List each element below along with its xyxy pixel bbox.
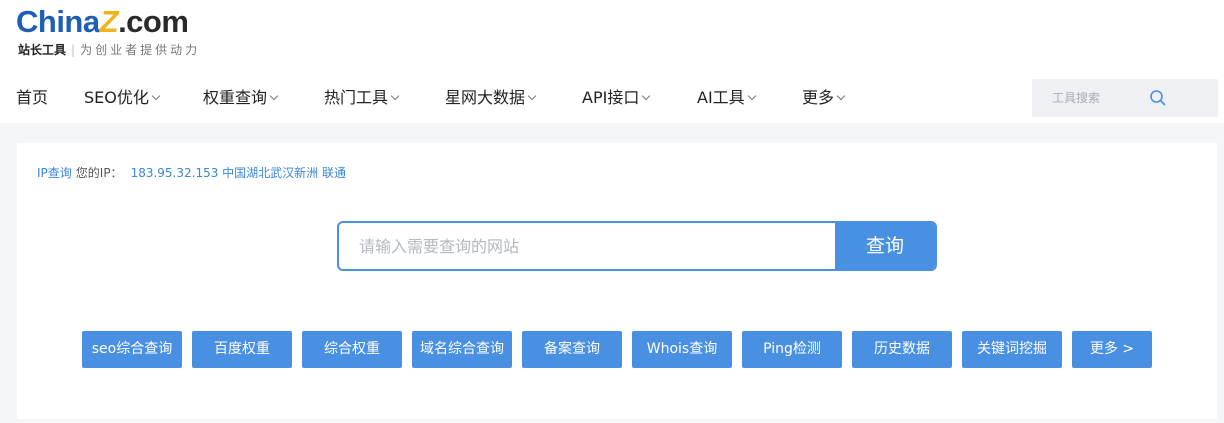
search-icon[interactable] — [1148, 88, 1168, 108]
nav-item-label: 热门工具 — [324, 88, 389, 107]
quick-icp-query-button[interactable]: 备案查询 — [522, 331, 622, 368]
logo-wordmark: ChinaZ.com — [16, 4, 189, 40]
chevron-down-icon — [642, 91, 651, 101]
nav-item-weight-query[interactable]: 权重查询 — [203, 78, 279, 118]
nav-item-hot-tools[interactable]: 热门工具 — [324, 78, 400, 118]
logo-site-name: 站长工具 — [18, 43, 67, 57]
ip-value: 183.95.32.153 中国湖北武汉新洲 联通 — [130, 166, 346, 180]
logo-com-text: .com — [118, 4, 189, 39]
site-query-box: 查询 — [337, 221, 937, 271]
quick-tools-row: seo综合查询 百度权重 综合权重 域名综合查询 备案查询 Whois查询 Pi… — [82, 331, 1162, 369]
nav-item-big-data[interactable]: 星网大数据 — [445, 78, 537, 118]
nav-item-label: API接口 — [582, 88, 640, 107]
nav-item-home[interactable]: 首页 — [16, 78, 48, 118]
main-nav: 首页 SEO优化 权重查询 热门工具 星网大数据 API接口 AI工具 更多 — [0, 78, 1000, 118]
tool-search-box — [1032, 79, 1218, 117]
logo-slogan: 为创业者提供动力 — [80, 43, 201, 57]
nav-item-label: AI工具 — [697, 88, 745, 107]
logo-separator: | — [71, 43, 76, 57]
nav-item-label: SEO优化 — [84, 88, 149, 107]
chevron-down-icon — [527, 91, 537, 101]
ip-info-line: IP查询 您的IP： 183.95.32.153 中国湖北武汉新洲 联通 — [37, 165, 346, 181]
quick-seo-overview-button[interactable]: seo综合查询 — [82, 331, 182, 368]
nav-item-label: 首页 — [16, 88, 49, 107]
chevron-down-icon — [151, 91, 161, 101]
quick-domain-overview-button[interactable]: 域名综合查询 — [412, 331, 512, 368]
chevron-down-icon — [747, 91, 756, 101]
nav-item-ai-tools[interactable]: AI工具 — [697, 78, 756, 118]
logo-subtitle: 站长工具 | 为创业者提供动力 — [18, 42, 200, 58]
site-header: ChinaZ.com 站长工具 | 为创业者提供动力 首页 SEO优化 权重查询 热… — [0, 0, 1224, 123]
quick-keyword-mining-button[interactable]: 关键词挖掘 — [962, 331, 1062, 368]
ip-label: 您的IP： — [75, 166, 123, 180]
nav-item-label: 权重查询 — [203, 88, 268, 107]
quick-history-button[interactable]: 历史数据 — [852, 331, 952, 368]
nav-item-api[interactable]: API接口 — [582, 78, 651, 118]
query-button[interactable]: 查询 — [835, 223, 935, 269]
quick-baidu-weight-button[interactable]: 百度权重 — [192, 331, 292, 368]
site-logo[interactable]: ChinaZ.com 站长工具 | 为创业者提供动力 — [16, 4, 246, 60]
nav-item-label: 更多 — [802, 88, 835, 107]
chevron-down-icon — [269, 91, 279, 101]
nav-item-more[interactable]: 更多 — [802, 78, 846, 118]
quick-whois-button[interactable]: Whois查询 — [632, 331, 732, 368]
nav-item-label: 星网大数据 — [445, 88, 526, 107]
quick-more-button[interactable]: 更多 > — [1072, 331, 1152, 368]
chevron-down-icon — [390, 91, 400, 101]
quick-overall-weight-button[interactable]: 综合权重 — [302, 331, 402, 368]
ip-query-link[interactable]: IP查询 — [37, 166, 72, 180]
quick-ping-button[interactable]: Ping检测 — [742, 331, 842, 368]
logo-z-mark: Z — [99, 4, 119, 39]
logo-china-text: China — [16, 4, 100, 39]
nav-item-seo[interactable]: SEO优化 — [84, 78, 161, 118]
chevron-down-icon — [836, 91, 846, 101]
query-panel: IP查询您的IP： 183.95.32.153 中国湖北武汉新洲 联通 查询 se… — [17, 143, 1217, 419]
site-query-input[interactable] — [339, 223, 837, 269]
